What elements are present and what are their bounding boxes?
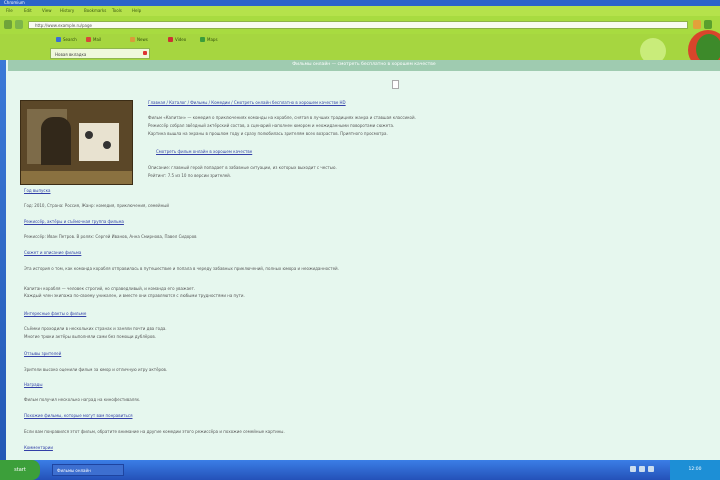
poster-part: [85, 131, 93, 139]
paragraph-4: Описание: главный герой попадает в забав…: [148, 165, 337, 170]
close-icon[interactable]: [143, 51, 147, 55]
bookmark-video[interactable]: Video: [168, 37, 186, 42]
text-cast: Режиссёр: Иван Петров. В ролях: Сергей И…: [24, 234, 197, 239]
menu-history[interactable]: History: [60, 8, 74, 13]
bookmark-label: Search: [63, 37, 77, 42]
menu-help[interactable]: Help: [132, 8, 141, 13]
menu-view[interactable]: View: [42, 8, 52, 13]
bookmark-maps[interactable]: Maps: [200, 37, 218, 42]
text-plot-3: Каждый член экипажа по-своему уникален, …: [24, 293, 245, 298]
address-input[interactable]: http://www.example.ru/page: [28, 21, 688, 29]
menu-tools[interactable]: Tools: [112, 8, 122, 13]
heading-reviews[interactable]: Отзывы зрителей: [24, 351, 144, 357]
bookmark-search[interactable]: Search: [56, 37, 77, 42]
text-plot: Эта история о том, как команда корабля о…: [24, 266, 339, 271]
heading-year[interactable]: Год выпуска: [24, 188, 104, 194]
heading-comments[interactable]: Комментарии: [24, 445, 224, 451]
poster-part: [79, 123, 119, 161]
language-icon[interactable]: [648, 466, 654, 472]
clock: 12:00: [670, 460, 720, 480]
menu-bookmarks[interactable]: Bookmarks: [84, 8, 106, 13]
paragraph-5: Рейтинг: 7.5 из 10 по версии зрителей.: [148, 173, 232, 178]
document-icon: [392, 80, 399, 89]
news-icon: [130, 37, 135, 42]
text-reviews: Зрители высоко оценили фильм за юмор и о…: [24, 367, 168, 372]
bookmark-label: Maps: [207, 37, 218, 42]
menu-icon[interactable]: [704, 20, 712, 29]
heading-cast[interactable]: Режиссёр, актёры и съёмочная группа филь…: [24, 219, 224, 225]
poster-part: [21, 171, 132, 184]
bookmarks-bar: [0, 34, 720, 46]
bookmark-label: News: [137, 37, 148, 42]
tab-label: Новая вкладка: [55, 52, 87, 57]
mail-icon: [86, 37, 91, 42]
text-awards: Фильм получил несколько наград на кинофе…: [24, 397, 141, 402]
left-sidebar-strip: [0, 60, 6, 460]
taskbar-window-button[interactable]: Фильмы онлайн: [52, 464, 124, 476]
system-tray-icons: [630, 466, 654, 472]
video-icon: [168, 37, 173, 42]
text-year: Год: 2010, Страна: Россия, Жанр: комедия…: [24, 203, 169, 208]
paragraph-3: Картина вышла на экраны в прошлом году и…: [148, 131, 388, 136]
heading-plot[interactable]: Сюжет и описание фильма: [24, 250, 194, 256]
volume-icon[interactable]: [639, 466, 645, 472]
bookmark-label: Mail: [93, 37, 102, 42]
text-facts-2: Многие трюки актёры выполняли сами без п…: [24, 334, 156, 339]
banner-text: Фильмы онлайн — смотреть бесплатно в хор…: [292, 62, 436, 67]
menu-file[interactable]: File: [6, 8, 13, 13]
network-icon[interactable]: [630, 466, 636, 472]
paragraph-2: Режиссёр собрал звёздный актёрский соста…: [148, 123, 395, 128]
map-icon: [200, 37, 205, 42]
watch-link[interactable]: Смотреть фильм онлайн в хорошем качестве: [156, 149, 356, 155]
forward-icon[interactable]: [15, 20, 23, 29]
site-banner: Фильмы онлайн — смотреть бесплатно в хор…: [8, 60, 720, 71]
address-url: http://www.example.ru/page: [35, 23, 92, 28]
intro-link[interactable]: Главная / Каталог / Фильмы / Комедии / С…: [148, 100, 708, 106]
poster-part: [103, 141, 111, 149]
text-similar: Если вам понравился этот фильм, обратите…: [24, 429, 285, 434]
menu-edit[interactable]: Edit: [24, 8, 32, 13]
bookmark-news[interactable]: News: [130, 37, 148, 42]
article-content: Главная / Каталог / Фильмы / Комедии / С…: [8, 93, 718, 460]
back-icon[interactable]: [4, 20, 12, 29]
heading-awards[interactable]: Награды: [24, 382, 104, 388]
start-button[interactable]: start: [0, 460, 40, 480]
search-icon: [56, 37, 61, 42]
bookmark-label: Video: [175, 37, 187, 42]
text-plot-2: Капитан корабля — человек строгий, но сп…: [24, 286, 196, 291]
movie-poster: [20, 100, 133, 185]
text-facts: Съёмки проходили в нескольких странах и …: [24, 326, 167, 331]
paragraph-1: Фильм «Капитан» — комедия о приключениях…: [148, 115, 416, 120]
bookmark-star-icon[interactable]: [693, 20, 701, 29]
menu-bar: File Edit View History Bookmarks Tools H…: [0, 6, 720, 16]
bookmark-mail[interactable]: Mail: [86, 37, 101, 42]
heading-similar[interactable]: Похожие фильмы, которые могут вам понрав…: [24, 413, 264, 419]
heading-facts[interactable]: Интересные факты о фильме: [24, 311, 194, 317]
poster-part: [41, 117, 71, 165]
tab-active[interactable]: Новая вкладка: [50, 48, 150, 59]
